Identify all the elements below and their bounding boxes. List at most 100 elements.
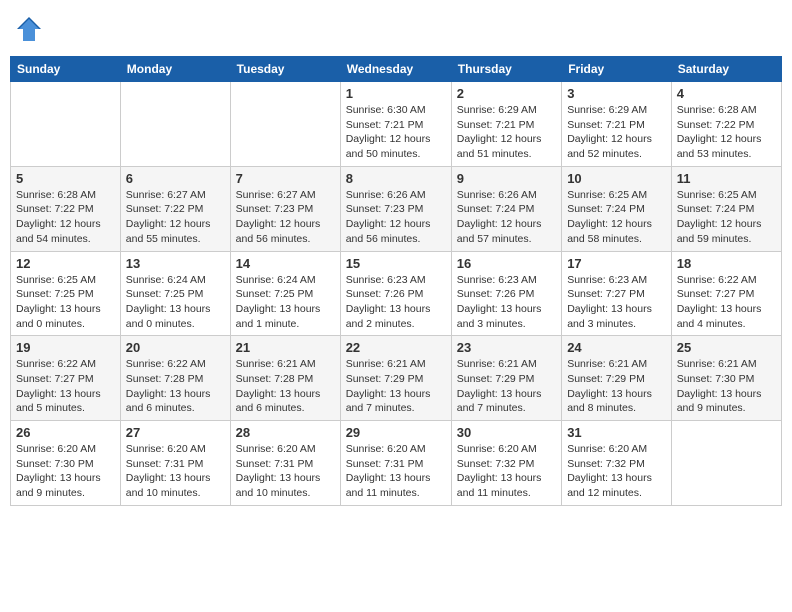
day-info: Sunrise: 6:21 AM Sunset: 7:29 PM Dayligh… (457, 357, 556, 416)
page-header (10, 10, 782, 48)
day-info: Sunrise: 6:29 AM Sunset: 7:21 PM Dayligh… (567, 103, 666, 162)
day-info: Sunrise: 6:25 AM Sunset: 7:25 PM Dayligh… (16, 273, 115, 332)
calendar-cell: 5 Sunrise: 6:28 AM Sunset: 7:22 PM Daylig… (11, 166, 121, 251)
calendar-cell: 10 Sunrise: 6:25 AM Sunset: 7:24 PM Dayli… (562, 166, 672, 251)
day-number: 8 (346, 171, 446, 186)
logo-icon (15, 15, 43, 43)
calendar-cell: 19Sunrise: 6:22 AM Sunset: 7:27 PM Dayli… (11, 336, 121, 421)
calendar-week-4: 19Sunrise: 6:22 AM Sunset: 7:27 PM Dayli… (11, 336, 782, 421)
day-number: 3 (567, 86, 666, 101)
calendar-cell: 13 Sunrise: 6:24 AM Sunset: 7:25 PM Dayli… (120, 251, 230, 336)
calendar-cell: 16 Sunrise: 6:23 AM Sunset: 7:26 PM Dayli… (451, 251, 561, 336)
calendar-cell: 9Sunrise: 6:26 AM Sunset: 7:24 PM Daylig… (451, 166, 561, 251)
calendar-cell: 31Sunrise: 6:20 AM Sunset: 7:32 PM Dayli… (562, 421, 672, 506)
calendar-cell: 25 Sunrise: 6:21 AM Sunset: 7:30 PM Dayli… (671, 336, 781, 421)
calendar-cell (120, 82, 230, 167)
day-number: 7 (236, 171, 335, 186)
day-info: Sunrise: 6:28 AM Sunset: 7:22 PM Dayligh… (16, 188, 115, 247)
calendar-cell: 12 Sunrise: 6:25 AM Sunset: 7:25 PM Dayli… (11, 251, 121, 336)
day-info: Sunrise: 6:24 AM Sunset: 7:25 PM Dayligh… (126, 273, 225, 332)
calendar-cell: 28 Sunrise: 6:20 AM Sunset: 7:31 PM Dayli… (230, 421, 340, 506)
weekday-header-monday: Monday (120, 57, 230, 82)
day-number: 23 (457, 340, 556, 355)
day-number: 26 (16, 425, 115, 440)
day-info: Sunrise: 6:20 AM Sunset: 7:30 PM Dayligh… (16, 442, 115, 501)
calendar-cell: 29 Sunrise: 6:20 AM Sunset: 7:31 PM Dayli… (340, 421, 451, 506)
day-number: 29 (346, 425, 446, 440)
day-number: 28 (236, 425, 335, 440)
day-info: Sunrise: 6:25 AM Sunset: 7:24 PM Dayligh… (567, 188, 666, 247)
day-info: Sunrise: 6:29 AM Sunset: 7:21 PM Dayligh… (457, 103, 556, 162)
calendar-cell: 3 Sunrise: 6:29 AM Sunset: 7:21 PM Daylig… (562, 82, 672, 167)
day-number: 24 (567, 340, 666, 355)
day-info: Sunrise: 6:20 AM Sunset: 7:31 PM Dayligh… (126, 442, 225, 501)
calendar-cell: 14Sunrise: 6:24 AM Sunset: 7:25 PM Dayli… (230, 251, 340, 336)
calendar-cell: 26 Sunrise: 6:20 AM Sunset: 7:30 PM Dayli… (11, 421, 121, 506)
day-number: 30 (457, 425, 556, 440)
day-info: Sunrise: 6:22 AM Sunset: 7:28 PM Dayligh… (126, 357, 225, 416)
logo (15, 15, 46, 43)
day-info: Sunrise: 6:23 AM Sunset: 7:26 PM Dayligh… (346, 273, 446, 332)
day-number: 18 (677, 256, 776, 271)
day-info: Sunrise: 6:25 AM Sunset: 7:24 PM Dayligh… (677, 188, 776, 247)
day-info: Sunrise: 6:20 AM Sunset: 7:31 PM Dayligh… (236, 442, 335, 501)
day-number: 12 (16, 256, 115, 271)
day-number: 16 (457, 256, 556, 271)
calendar-cell: 18 Sunrise: 6:22 AM Sunset: 7:27 PM Dayli… (671, 251, 781, 336)
calendar-cell: 24 Sunrise: 6:21 AM Sunset: 7:29 PM Dayli… (562, 336, 672, 421)
weekday-header-tuesday: Tuesday (230, 57, 340, 82)
weekday-header-thursday: Thursday (451, 57, 561, 82)
calendar-cell: 30 Sunrise: 6:20 AM Sunset: 7:32 PM Dayli… (451, 421, 561, 506)
day-number: 19 (16, 340, 115, 355)
day-number: 1 (346, 86, 446, 101)
calendar-cell: 20Sunrise: 6:22 AM Sunset: 7:28 PM Dayli… (120, 336, 230, 421)
day-info: Sunrise: 6:27 AM Sunset: 7:22 PM Dayligh… (126, 188, 225, 247)
calendar-cell: 27Sunrise: 6:20 AM Sunset: 7:31 PM Dayli… (120, 421, 230, 506)
day-info: Sunrise: 6:27 AM Sunset: 7:23 PM Dayligh… (236, 188, 335, 247)
calendar-cell: 23 Sunrise: 6:21 AM Sunset: 7:29 PM Dayli… (451, 336, 561, 421)
calendar-week-3: 12 Sunrise: 6:25 AM Sunset: 7:25 PM Dayli… (11, 251, 782, 336)
weekday-header-friday: Friday (562, 57, 672, 82)
day-info: Sunrise: 6:20 AM Sunset: 7:32 PM Dayligh… (457, 442, 556, 501)
day-number: 17 (567, 256, 666, 271)
day-info: Sunrise: 6:30 AM Sunset: 7:21 PM Dayligh… (346, 103, 446, 162)
day-info: Sunrise: 6:21 AM Sunset: 7:29 PM Dayligh… (346, 357, 446, 416)
day-info: Sunrise: 6:23 AM Sunset: 7:27 PM Dayligh… (567, 273, 666, 332)
day-info: Sunrise: 6:22 AM Sunset: 7:27 PM Dayligh… (677, 273, 776, 332)
calendar-cell: 7 Sunrise: 6:27 AM Sunset: 7:23 PM Daylig… (230, 166, 340, 251)
day-number: 6 (126, 171, 225, 186)
calendar-week-1: 1 Sunrise: 6:30 AM Sunset: 7:21 PM Daylig… (11, 82, 782, 167)
weekday-header-wednesday: Wednesday (340, 57, 451, 82)
day-number: 9 (457, 171, 556, 186)
calendar-week-5: 26 Sunrise: 6:20 AM Sunset: 7:30 PM Dayli… (11, 421, 782, 506)
calendar-cell (11, 82, 121, 167)
calendar-cell: 4 Sunrise: 6:28 AM Sunset: 7:22 PM Daylig… (671, 82, 781, 167)
day-info: Sunrise: 6:20 AM Sunset: 7:32 PM Dayligh… (567, 442, 666, 501)
day-number: 25 (677, 340, 776, 355)
calendar-cell: 6 Sunrise: 6:27 AM Sunset: 7:22 PM Daylig… (120, 166, 230, 251)
day-number: 4 (677, 86, 776, 101)
weekday-header-row: SundayMondayTuesdayWednesdayThursdayFrid… (11, 57, 782, 82)
day-number: 10 (567, 171, 666, 186)
calendar-table: SundayMondayTuesdayWednesdayThursdayFrid… (10, 56, 782, 506)
calendar-week-2: 5 Sunrise: 6:28 AM Sunset: 7:22 PM Daylig… (11, 166, 782, 251)
day-number: 21 (236, 340, 335, 355)
day-info: Sunrise: 6:23 AM Sunset: 7:26 PM Dayligh… (457, 273, 556, 332)
day-info: Sunrise: 6:21 AM Sunset: 7:30 PM Dayligh… (677, 357, 776, 416)
calendar-body: 1 Sunrise: 6:30 AM Sunset: 7:21 PM Daylig… (11, 82, 782, 506)
calendar-cell: 15Sunrise: 6:23 AM Sunset: 7:26 PM Dayli… (340, 251, 451, 336)
day-number: 5 (16, 171, 115, 186)
day-info: Sunrise: 6:21 AM Sunset: 7:29 PM Dayligh… (567, 357, 666, 416)
day-number: 14 (236, 256, 335, 271)
day-number: 2 (457, 86, 556, 101)
day-info: Sunrise: 6:21 AM Sunset: 7:28 PM Dayligh… (236, 357, 335, 416)
calendar-cell: 1 Sunrise: 6:30 AM Sunset: 7:21 PM Daylig… (340, 82, 451, 167)
calendar-cell: 11Sunrise: 6:25 AM Sunset: 7:24 PM Dayli… (671, 166, 781, 251)
calendar-cell: 22Sunrise: 6:21 AM Sunset: 7:29 PM Dayli… (340, 336, 451, 421)
day-info: Sunrise: 6:20 AM Sunset: 7:31 PM Dayligh… (346, 442, 446, 501)
day-number: 13 (126, 256, 225, 271)
weekday-header-saturday: Saturday (671, 57, 781, 82)
calendar-cell: 2 Sunrise: 6:29 AM Sunset: 7:21 PM Daylig… (451, 82, 561, 167)
calendar-cell: 21 Sunrise: 6:21 AM Sunset: 7:28 PM Dayli… (230, 336, 340, 421)
day-info: Sunrise: 6:28 AM Sunset: 7:22 PM Dayligh… (677, 103, 776, 162)
